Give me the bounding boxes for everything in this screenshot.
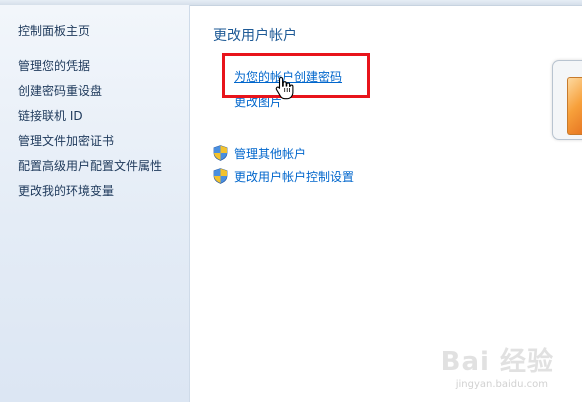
sidebar-item-manage-credentials[interactable]: 管理您的凭据 <box>18 58 162 83</box>
watermark-url: jingyan.baidu.com <box>455 379 548 390</box>
user-avatar-frame[interactable] <box>552 60 582 140</box>
sidebar-task-list: 管理您的凭据 创建密码重设盘 链接联机 ID 管理文件加密证书 配置高级用户配置… <box>18 58 162 208</box>
sidebar-item-create-reset-disk[interactable]: 创建密码重设盘 <box>18 83 162 108</box>
manage-other-accounts-link[interactable]: 管理其他帐户 <box>234 145 306 162</box>
hand-cursor-icon <box>275 76 294 100</box>
user-avatar <box>567 77 582 135</box>
page-title: 更改用户帐户 <box>213 28 297 44</box>
sidebar-home-link[interactable]: 控制面板主页 <box>18 22 90 39</box>
sidebar-item-advanced-profile[interactable]: 配置高级用户配置文件属性 <box>18 158 162 183</box>
watermark-logo: Bai 经验 <box>440 347 554 377</box>
uac-shield-icon <box>213 168 228 184</box>
uac-shield-icon <box>213 145 228 161</box>
main-panel: 更改用户帐户 为您的帐户创建密码 更改图片 管理其他帐户 更改用户帐户控制设置 … <box>190 5 582 402</box>
change-uac-settings-link[interactable]: 更改用户帐户控制设置 <box>234 168 354 185</box>
sidebar: 控制面板主页 管理您的凭据 创建密码重设盘 链接联机 ID 管理文件加密证书 配… <box>0 5 190 402</box>
sidebar-item-link-online-id[interactable]: 链接联机 ID <box>18 108 162 133</box>
sidebar-item-manage-certificates[interactable]: 管理文件加密证书 <box>18 133 162 158</box>
sidebar-item-environment-variables[interactable]: 更改我的环境变量 <box>18 183 162 208</box>
